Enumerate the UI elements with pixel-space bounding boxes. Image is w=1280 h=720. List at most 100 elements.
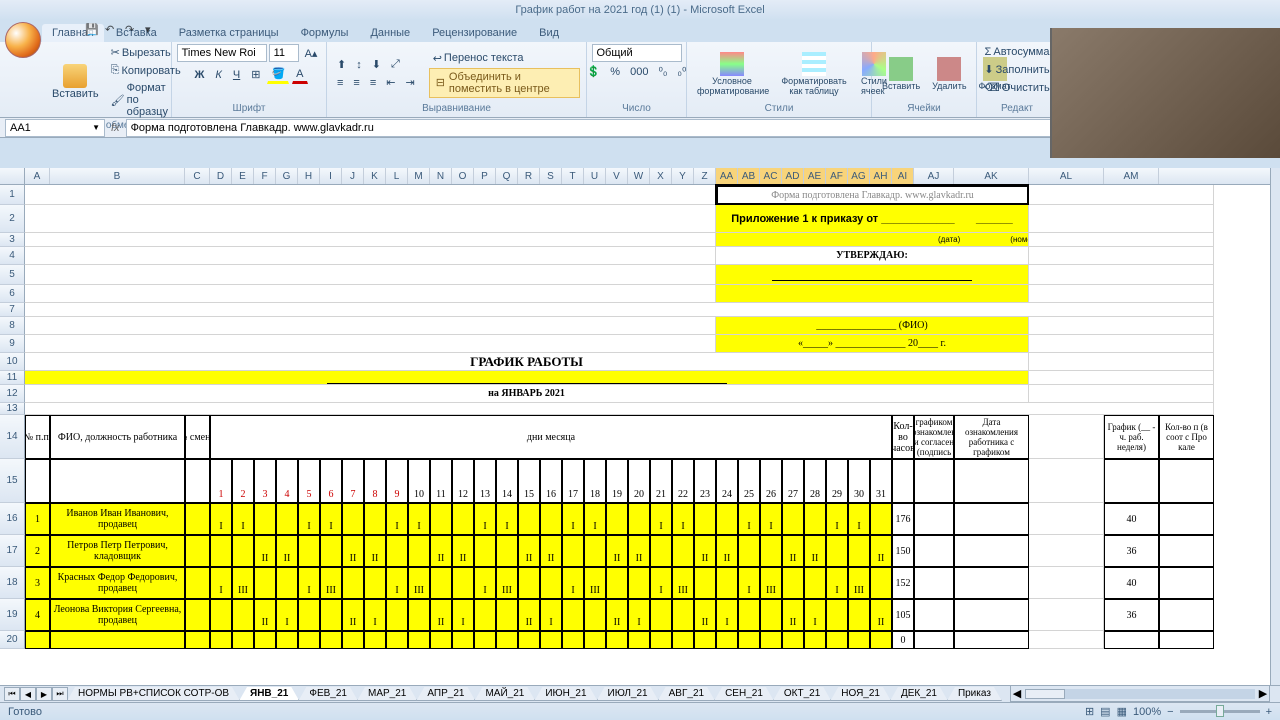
cell[interactable] <box>496 631 518 649</box>
fill-button[interactable]: ⬇Заполнить <box>980 61 1053 78</box>
cell[interactable]: 11 <box>430 459 452 503</box>
cell[interactable]: III <box>760 567 782 599</box>
row-header[interactable]: 4 <box>0 247 25 265</box>
cell[interactable] <box>452 631 474 649</box>
column-header[interactable]: E <box>232 168 254 184</box>
sheet-tab[interactable]: АВГ_21 <box>658 687 715 701</box>
cell[interactable]: 40 <box>1104 567 1159 599</box>
cell[interactable]: 176 <box>892 503 914 535</box>
column-header[interactable]: AD <box>782 168 804 184</box>
cell[interactable] <box>650 599 672 631</box>
sheet-tab[interactable]: МАЙ_21 <box>474 687 535 701</box>
column-header[interactable]: AG <box>848 168 870 184</box>
cell[interactable] <box>848 631 870 649</box>
cell[interactable] <box>276 567 298 599</box>
cell[interactable] <box>954 459 1029 503</box>
cell[interactable]: I <box>364 599 386 631</box>
cell[interactable] <box>496 599 518 631</box>
column-header[interactable]: O <box>452 168 474 184</box>
cell[interactable]: I <box>826 567 848 599</box>
cell[interactable]: III <box>408 567 430 599</box>
row-header[interactable]: 14 <box>0 415 25 459</box>
cell[interactable]: I <box>716 599 738 631</box>
row-header[interactable]: 19 <box>0 599 25 631</box>
cell[interactable] <box>210 631 232 649</box>
redo-icon[interactable]: ↷ <box>125 23 139 37</box>
cell[interactable] <box>25 233 716 247</box>
cell[interactable]: I <box>408 503 430 535</box>
cell[interactable] <box>452 567 474 599</box>
cell[interactable] <box>25 371 1029 385</box>
cell[interactable] <box>672 535 694 567</box>
cell[interactable]: 2 <box>25 535 50 567</box>
column-header[interactable]: Y <box>672 168 694 184</box>
cell[interactable] <box>562 535 584 567</box>
cell[interactable]: II <box>694 599 716 631</box>
cell[interactable] <box>342 503 364 535</box>
cell[interactable] <box>716 631 738 649</box>
cell[interactable] <box>430 567 452 599</box>
cell[interactable]: I <box>474 567 496 599</box>
wrap-text-button[interactable]: ↩Перенос текста <box>429 50 580 67</box>
clear-button[interactable]: ⌫Очистить <box>980 79 1053 96</box>
cell[interactable] <box>342 567 364 599</box>
row-header[interactable]: 13 <box>0 403 25 415</box>
cell[interactable]: Кол-во п (в соот с Про кале <box>1159 415 1214 459</box>
sheet-tab[interactable]: ЯНВ_21 <box>239 687 299 701</box>
cell[interactable] <box>1029 317 1214 335</box>
column-header[interactable]: D <box>210 168 232 184</box>
cell[interactable]: Красных Федор Федорович, продавец <box>50 567 185 599</box>
cell[interactable]: I <box>738 567 760 599</box>
indent-inc-icon[interactable]: ⇥ <box>401 74 418 91</box>
align-middle-icon[interactable]: ↕ <box>352 56 366 73</box>
cell[interactable] <box>298 535 320 567</box>
cell[interactable] <box>562 599 584 631</box>
cell[interactable] <box>606 631 628 649</box>
cell[interactable] <box>1029 371 1214 385</box>
undo-icon[interactable]: ↶ <box>105 23 119 37</box>
cell[interactable] <box>50 631 185 649</box>
cell[interactable]: Кол-во часов <box>892 415 914 459</box>
column-header[interactable]: H <box>298 168 320 184</box>
cell[interactable] <box>25 317 716 335</box>
row-header[interactable]: 3 <box>0 233 25 247</box>
cell[interactable] <box>672 599 694 631</box>
cell[interactable] <box>804 631 826 649</box>
cell[interactable] <box>738 599 760 631</box>
column-header[interactable]: N <box>430 168 452 184</box>
cell[interactable] <box>650 631 672 649</box>
save-icon[interactable]: 💾 <box>85 23 99 37</box>
number-format-combo[interactable]: Общий <box>592 44 682 62</box>
bold-button[interactable]: Ж <box>190 65 208 84</box>
cell[interactable] <box>804 503 826 535</box>
column-header[interactable]: AM <box>1104 168 1159 184</box>
name-box[interactable]: AA1▼ <box>5 119 105 137</box>
row-header[interactable]: 10 <box>0 353 25 371</box>
cell[interactable]: II <box>276 535 298 567</box>
cell[interactable] <box>954 631 1029 649</box>
cell[interactable] <box>954 567 1029 599</box>
cell[interactable]: II <box>628 535 650 567</box>
cell[interactable] <box>1029 415 1104 459</box>
cell[interactable] <box>474 631 496 649</box>
autosum-button[interactable]: ΣАвтосумма <box>981 44 1054 60</box>
cell[interactable] <box>694 503 716 535</box>
first-sheet-button[interactable]: ⏮ <box>4 687 20 701</box>
last-sheet-button[interactable]: ⏭ <box>52 687 68 701</box>
currency-icon[interactable]: 💲 <box>583 63 605 80</box>
cell[interactable] <box>25 205 716 233</box>
cell[interactable] <box>185 631 210 649</box>
column-header[interactable]: AC <box>760 168 782 184</box>
cell[interactable]: III <box>232 567 254 599</box>
cell[interactable]: 3 <box>254 459 276 503</box>
cell[interactable] <box>210 535 232 567</box>
cell[interactable]: № смены <box>185 415 210 459</box>
italic-button[interactable]: К <box>211 65 225 84</box>
cell[interactable] <box>386 599 408 631</box>
cell[interactable]: УТВЕРЖДАЮ: <box>716 247 1029 265</box>
cell[interactable] <box>232 535 254 567</box>
cell[interactable]: 6 <box>320 459 342 503</box>
font-size-combo[interactable]: 11 <box>269 44 299 62</box>
cell[interactable]: II <box>342 599 364 631</box>
cell[interactable] <box>914 599 954 631</box>
